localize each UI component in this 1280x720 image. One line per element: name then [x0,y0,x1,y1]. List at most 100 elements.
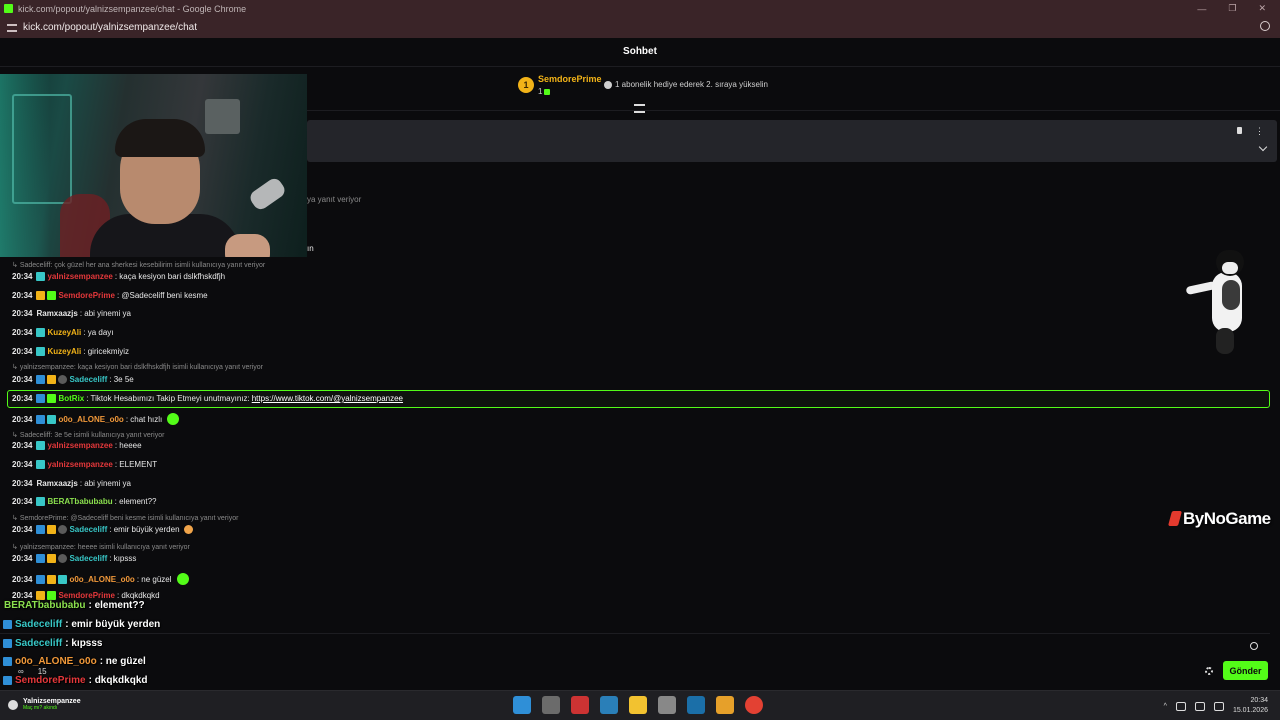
taskbar-user[interactable]: Yalnizsempanzee Maç mı? akındı [8,698,81,711]
username[interactable]: yalnizsempanzee [47,460,112,469]
message-time: 20:34 [12,497,33,506]
message-time: 20:34 [12,309,33,318]
gift-icon [544,88,551,95]
username[interactable]: Sadeceliff [69,375,107,384]
close-button[interactable]: ✕ [1258,3,1266,14]
badge-icon [47,525,57,534]
app-icon-2[interactable] [658,696,676,714]
overlay-message: o0o_ALONE_o0o: ne güzel [3,656,146,667]
username[interactable]: Sadeceliff [69,554,107,563]
message-text: : Tiktok Hesabımızı Takip Etmeyi unutmay… [86,394,250,403]
chat-fragment: ya yanıt veriyor [307,195,362,204]
message-link[interactable]: https://www.tiktok.com/@yalnizsempanzee [252,394,403,403]
username[interactable]: yalnizsempanzee [47,441,112,450]
app-icon[interactable] [571,696,589,714]
username[interactable]: SemdorePrime [58,591,114,600]
volume-icon[interactable] [1213,701,1224,711]
mic-icon[interactable] [1175,701,1186,711]
message-text: : kıpsss [109,554,137,563]
message-time: 20:34 [12,375,33,384]
filter-icon[interactable] [634,104,645,113]
message-time: 20:34 [12,394,33,403]
steam-icon[interactable] [687,696,705,714]
pinned-message[interactable]: ⋮ [307,120,1277,162]
message-text: : kaça kesiyon bari dslkfhskdfjh [114,272,226,281]
overlay-message: Sadeceliff: emir büyük yerden [3,619,160,630]
overlay-text: : element?? [88,600,145,611]
settings-gear-icon[interactable] [1205,667,1213,675]
info-icon [604,80,612,89]
kick-emote-icon [176,573,189,585]
overlay-text: : ne güzel [99,656,146,667]
message-time: 20:34 [12,441,33,450]
chat-message: 20:34 Sadeceliff: kıpsss [12,554,136,563]
overlay-message: BERATbabubabu: element?? [4,600,145,611]
badge-icon [36,525,46,534]
minimize-button[interactable]: — [1197,4,1206,14]
zoom-icon[interactable] [1260,21,1270,31]
task-view-icon[interactable] [542,696,560,714]
taskbar-clock[interactable]: 20:34 15.01.2026 [1233,696,1268,716]
badge-icon [47,394,57,403]
chat-stats: ∞ 15 [18,667,47,676]
username[interactable]: yalnizsempanzee [47,272,112,281]
url-text[interactable]: kick.com/popout/yalnizsempanzee/chat [23,22,197,33]
window-controls: — ❐ ✕ [1197,0,1266,17]
send-button[interactable]: Gönder [1223,661,1268,680]
message-count: 15 [37,667,47,676]
message-time: 20:34 [12,414,33,424]
message-text: : @Sadeceliff beni kesme [116,291,208,300]
chat-fragment: ın [307,244,314,253]
photos-icon[interactable] [600,696,618,714]
badge-icon [47,414,57,424]
message-text: : chat hızlı [125,414,163,424]
app-icon-3[interactable] [716,696,734,714]
username[interactable]: o0o_ALONE_o0o [69,575,134,584]
username[interactable]: Ramxaazjs [36,309,77,318]
site-settings-icon[interactable] [7,23,17,32]
file-explorer-icon[interactable] [629,696,647,714]
message-time: 20:34 [12,591,33,600]
reply-context: yalnizsempanzee: kaça kesiyon bari dslkf… [12,363,263,371]
badge-icon [3,657,12,666]
reply-context: yalnizsempanzee: heeee isimli kullanıcıy… [12,543,190,551]
message-text: : abi yinemi ya [79,479,131,488]
network-icon[interactable] [1194,701,1205,711]
reply-context: Sadeceliff: 3e 5e isimli kullanıcıya yan… [12,431,165,439]
more-options-icon[interactable]: ⋮ [1255,126,1264,137]
emoji-icon[interactable] [1250,642,1258,650]
leader-name[interactable]: SemdorePrime [538,74,602,84]
badge-icon [36,394,46,403]
start-icon[interactable] [513,696,531,714]
chat-message: 20:34 yalnizsempanzee: ELEMENT [12,460,157,469]
message-text: : abi yinemi ya [79,309,131,318]
username[interactable]: Ramxaazjs [36,479,77,488]
badge-icon [3,620,12,629]
badge-icon [3,676,12,685]
chat-message: 20:34 SemdorePrime: @Sadeceliff beni kesm… [12,291,208,300]
username[interactable]: Sadeceliff [69,525,107,534]
badge-icon [47,591,57,600]
message-text: : 3e 5e [109,375,134,384]
badge-icon [36,497,46,506]
address-bar[interactable]: kick.com/popout/yalnizsempanzee/chat [0,17,1280,38]
bynogame-mark-icon [1167,511,1183,526]
badge-icon [36,375,46,384]
maximize-button[interactable]: ❐ [1228,3,1236,14]
overlay-text: : dkqkdkqkd [88,675,148,686]
username[interactable]: KuzeyAli [47,347,81,356]
tray-chevron-icon[interactable]: ^ [1164,703,1167,710]
badge-icon [47,554,57,563]
chat-input[interactable] [0,633,1270,656]
username[interactable]: BERATbabubabu [47,497,112,506]
username[interactable]: SemdorePrime [58,291,114,300]
pin-icon[interactable] [1237,127,1242,134]
username[interactable]: BotRix [58,394,84,403]
message-text: : element?? [114,497,157,506]
chevron-down-icon[interactable] [1258,142,1268,152]
chrome-icon[interactable] [745,696,763,714]
message-time: 20:34 [12,328,33,337]
window-titlebar: kick.com/popout/yalnizsempanzee/chat - G… [0,0,1280,17]
username[interactable]: KuzeyAli [47,328,81,337]
username[interactable]: o0o_ALONE_o0o [58,415,123,424]
